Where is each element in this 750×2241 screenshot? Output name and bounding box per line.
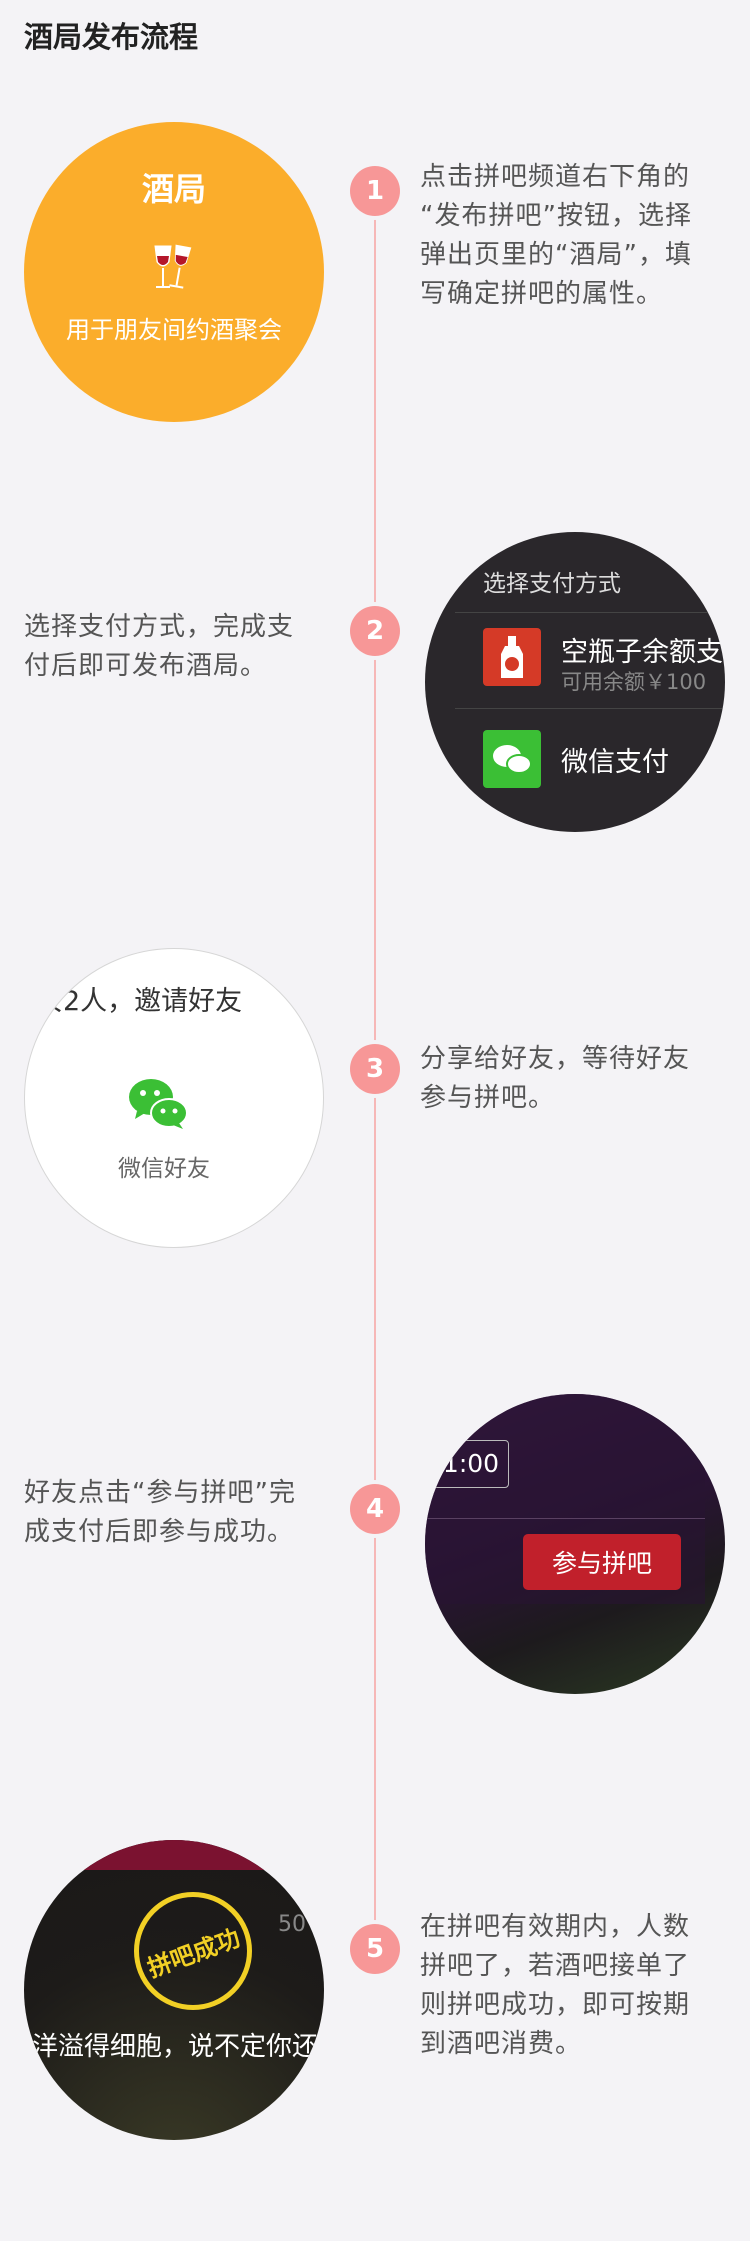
step-number-3: 3	[350, 1044, 400, 1094]
step-number-1: 1	[350, 166, 400, 216]
desc-line: 分享给好友，等待好友	[420, 1044, 691, 1074]
balance-option-sub: 可用余额￥100	[561, 670, 707, 694]
step-number-2: 2	[350, 606, 400, 656]
join-button[interactable]: 参与拼吧	[523, 1534, 681, 1590]
divider	[425, 1518, 705, 1519]
desc-line: 弹出页里的“酒局”，填	[420, 240, 692, 270]
wine-glasses-icon	[24, 240, 324, 304]
desc-line: 在拼吧有效期内，人数	[420, 1912, 691, 1942]
wechat-pay-icon	[483, 730, 541, 788]
step1-description: 点击拼吧频道右下角的 “发布拼吧”按钮，选择 弹出页里的“酒局”，填 写确定拼吧…	[420, 158, 692, 314]
desc-line: 付后即可发布酒局。	[24, 651, 268, 681]
bottle-icon	[483, 628, 541, 686]
desc-line: 点击拼吧频道右下角的	[420, 162, 691, 192]
step2-description: 选择支付方式，完成支 付后即可发布酒局。	[24, 608, 294, 686]
wechat-icon	[127, 1077, 189, 1135]
step1-image: 酒局 用于朋友间约酒聚会	[24, 122, 324, 422]
time-box: 1:00	[433, 1440, 509, 1488]
success-stamp: 拼吧成功	[134, 1892, 252, 2010]
desc-line: 写确定拼吧的属性。	[420, 279, 664, 309]
desc-line: 选择支付方式，完成支	[24, 612, 295, 642]
step1-subtitle: 用于朋友间约酒聚会	[66, 316, 282, 344]
step-number-5: 5	[350, 1924, 400, 1974]
wechat-friend-label: 微信好友	[118, 1156, 210, 1182]
step-number-4: 4	[350, 1484, 400, 1534]
step1-heading: 酒局	[141, 170, 206, 208]
top-bar	[24, 1840, 324, 1870]
divider	[455, 708, 725, 709]
balance-option-title: 空瓶子余额支	[561, 637, 723, 668]
step3-description: 分享给好友，等待好友 参与拼吧。	[420, 1040, 690, 1118]
desc-line: 到酒吧消费。	[420, 2029, 583, 2059]
stamp-text: 拼吧成功	[143, 1923, 244, 1983]
step5-description: 在拼吧有效期内，人数 拼吧了，若酒吧接单了 则拼吧成功，即可按期 到酒吧消费。	[420, 1908, 690, 2064]
step4-description: 好友点击“参与拼吧”完 成支付后即参与成功。	[24, 1474, 296, 1552]
step4-image: 1:00 参与拼吧	[425, 1394, 725, 1694]
step5-image: 拼吧成功 50 洋溢得细胞，说不定你还	[24, 1840, 324, 2140]
page-title: 酒局发布流程	[24, 20, 199, 54]
desc-line: 则拼吧成功，即可按期	[420, 1990, 691, 2020]
desc-line: 拼吧了，若酒吧接单了	[420, 1951, 691, 1981]
invite-text: 人女2人，邀请好友	[24, 986, 243, 1017]
payment-header: 选择支付方式	[483, 571, 621, 597]
desc-line: 参与拼吧。	[420, 1083, 556, 1113]
step3-image: 人女2人，邀请好友 微信好友	[24, 948, 324, 1248]
desc-line: 成支付后即参与成功。	[24, 1517, 295, 1547]
count-text: 50	[278, 1912, 306, 1937]
overlay-text: 洋溢得细胞，说不定你还	[32, 2032, 319, 2062]
wechat-pay-option: 微信支付	[561, 747, 669, 778]
desc-line: “发布拼吧”按钮，选择	[420, 201, 692, 231]
step2-image: 选择支付方式 空瓶子余额支 可用余额￥100 微信支付	[425, 532, 725, 832]
divider	[455, 612, 725, 613]
desc-line: 好友点击“参与拼吧”完	[24, 1478, 296, 1508]
